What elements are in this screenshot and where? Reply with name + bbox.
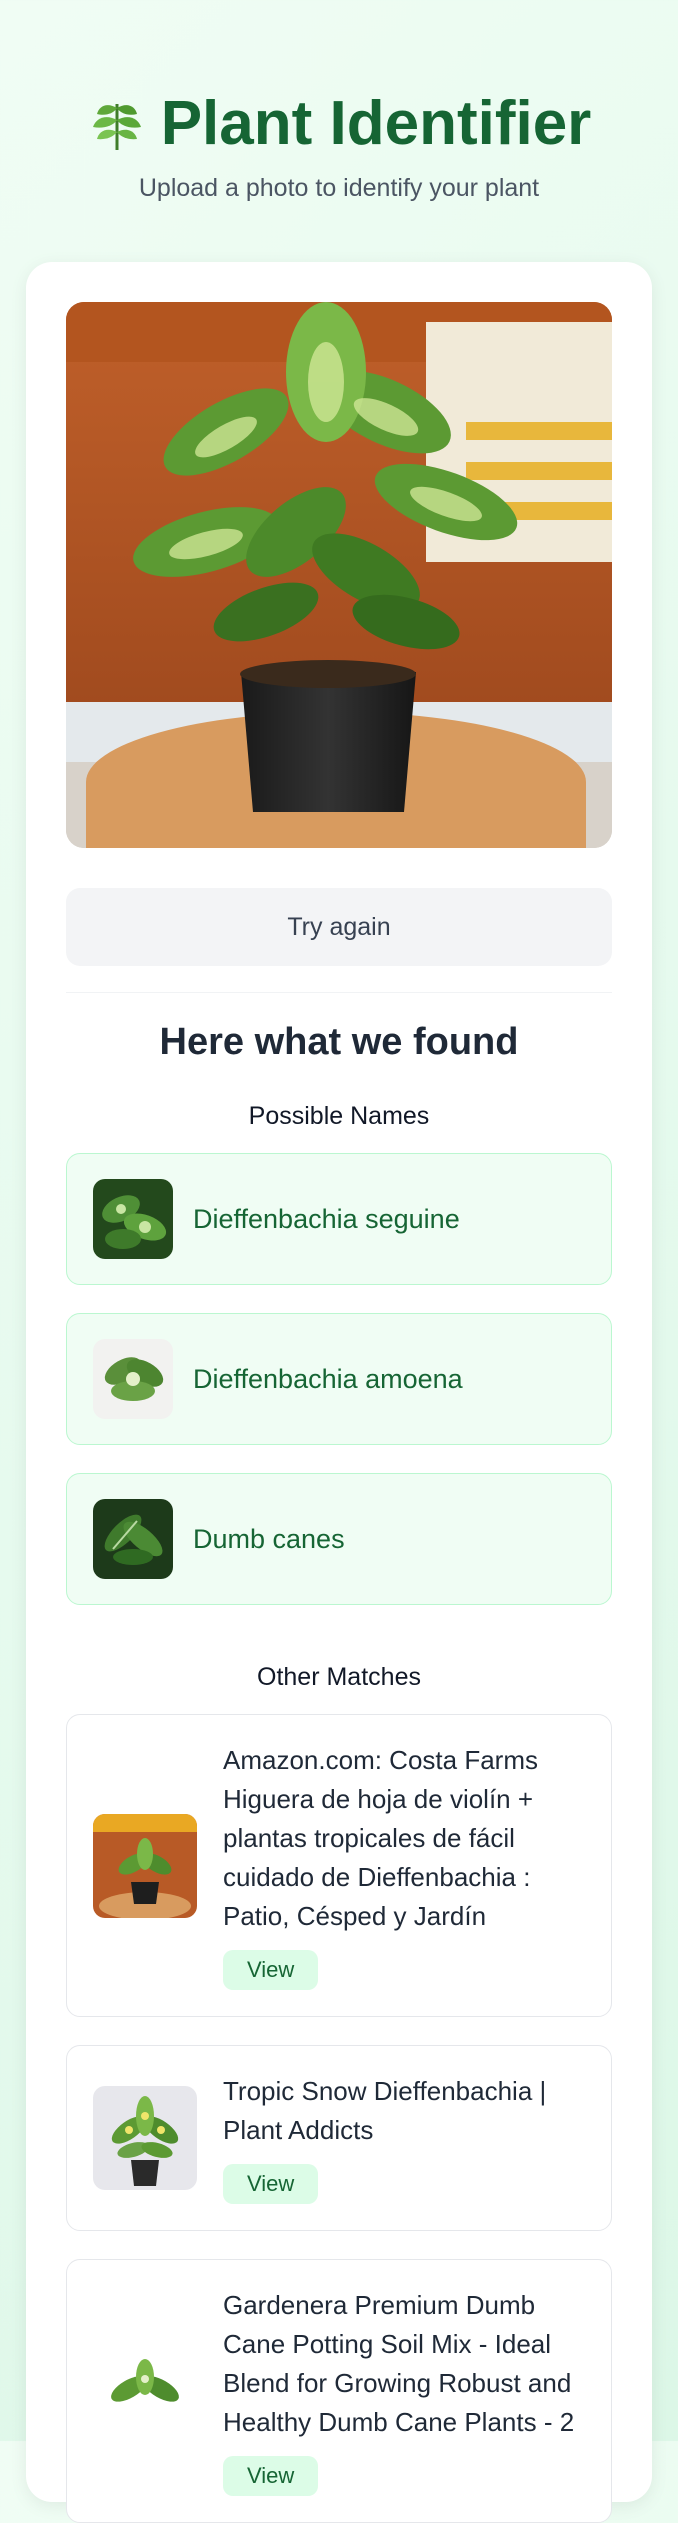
other-matches-label: Other Matches <box>257 1663 421 1691</box>
plant-thumbnail <box>93 1339 173 1419</box>
match-thumbnail <box>93 2086 197 2190</box>
view-button[interactable]: View <box>223 2456 319 2496</box>
page-header: Plant Identifier Upload a photo to ident… <box>0 0 678 203</box>
results-title: Here what we found <box>159 1021 519 1063</box>
match-thumbnail <box>93 1813 197 1918</box>
match-title: Amazon.com: Costa Farms Higuera de hoja … <box>223 1745 538 1931</box>
view-button[interactable]: View <box>223 1950 319 1990</box>
uploaded-photo <box>66 302 612 848</box>
possible-name-text: Dieffenbachia amoena <box>193 1363 463 1394</box>
page-title: Plant Identifier <box>0 88 678 160</box>
match-title: Tropic Snow Dieffenbachia | Plant Addict… <box>223 2076 547 2145</box>
match-title: Gardenera Premium Dumb Cane Potting Soil… <box>223 2290 575 2437</box>
title-text: Plant Identifier <box>160 89 592 158</box>
other-matches-list: Amazon.com: Costa Farms Higuera de hoja … <box>66 1714 612 2523</box>
match-item: Gardenera Premium Dumb Cane Potting Soil… <box>66 2259 612 2523</box>
results-card: Try again Here what we found Possible Na… <box>26 262 652 2523</box>
possible-name-text: Dumb canes <box>193 1523 345 1554</box>
match-item: Tropic Snow Dieffenbachia | Plant Addict… <box>66 2045 612 2231</box>
match-item: Amazon.com: Costa Farms Higuera de hoja … <box>66 1714 612 2017</box>
plant-thumbnail <box>93 1179 173 1259</box>
leaf-icon <box>87 94 147 154</box>
divider <box>66 992 612 993</box>
possible-names-list: Dieffenbachia seguine Dieffenbachia amoe… <box>66 1153 612 1605</box>
try-again-button[interactable]: Try again <box>66 888 612 966</box>
possible-name-text: Dieffenbachia seguine <box>193 1203 460 1234</box>
possible-name-item[interactable]: Dumb canes <box>66 1473 612 1605</box>
possible-names-label: Possible Names <box>248 1102 430 1130</box>
possible-name-item[interactable]: Dieffenbachia seguine <box>66 1153 612 1285</box>
page-subtitle: Upload a photo to identify your plant <box>138 174 540 202</box>
view-button[interactable]: View <box>223 2164 319 2204</box>
possible-name-item[interactable]: Dieffenbachia amoena <box>66 1313 612 1445</box>
match-thumbnail <box>93 2339 197 2443</box>
plant-thumbnail <box>93 1499 173 1579</box>
